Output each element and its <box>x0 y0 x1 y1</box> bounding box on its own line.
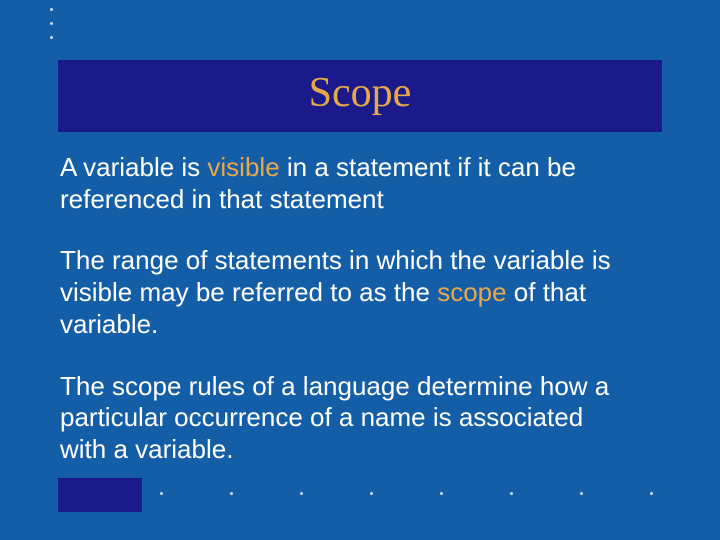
emphasis-scope: scope <box>437 277 506 307</box>
title-bar: Scope <box>58 60 662 132</box>
paragraph-1: A variable is visible in a statement if … <box>60 152 620 215</box>
text: A variable is <box>60 152 207 182</box>
slide-title: Scope <box>309 69 412 123</box>
text: The scope rules of a language determine … <box>60 371 609 464</box>
slide-body: A variable is visible in a statement if … <box>60 152 620 494</box>
slide: Scope A variable is visible in a stateme… <box>0 0 720 540</box>
decorative-bottom-band <box>58 478 142 512</box>
decorative-bottom-dots <box>160 492 700 496</box>
paragraph-3: The scope rules of a language determine … <box>60 371 620 466</box>
emphasis-visible: visible <box>207 152 279 182</box>
paragraph-2: The range of statements in which the var… <box>60 245 620 340</box>
